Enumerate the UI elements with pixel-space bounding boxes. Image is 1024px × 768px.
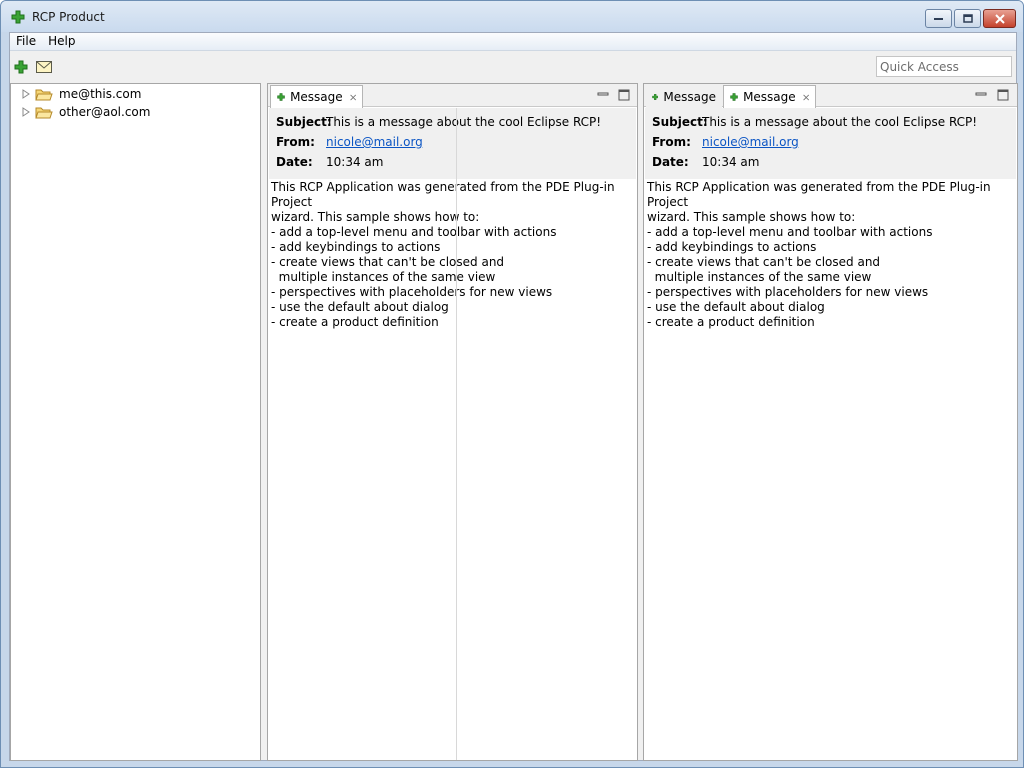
message-header: Subject: This is a message about the coo… (645, 108, 1016, 179)
maximize-view-icon[interactable] (618, 89, 630, 101)
quick-access-input[interactable] (876, 56, 1012, 77)
divider (456, 108, 457, 760)
tab-message[interactable]: Message (646, 85, 722, 108)
subject-row: Subject: This is a message about the coo… (276, 113, 601, 131)
subject-row: Subject: This is a message about the coo… (652, 113, 977, 131)
tree-item-label: other@aol.com (59, 105, 151, 119)
close-icon[interactable] (349, 92, 356, 103)
tree-item-label: me@this.com (59, 87, 142, 101)
restore-icon (962, 14, 973, 23)
menu-help[interactable]: Help (42, 33, 81, 51)
tab-label: Message (663, 89, 716, 104)
left-view-stack: Message Subject: This is a message about… (267, 83, 638, 761)
folder-icon (35, 89, 53, 101)
date-label: Date: (276, 155, 313, 169)
message-body[interactable]: This RCP Application was generated from … (269, 180, 636, 330)
plus-icon (11, 10, 25, 24)
tree-item[interactable]: me@this.com (21, 85, 141, 103)
from-row: From: nicole@mail.org (276, 133, 423, 151)
subject-value: This is a message about the cool Eclipse… (326, 115, 602, 129)
plus-icon (652, 93, 659, 100)
minimize-icon (933, 17, 943, 20)
from-row: From: nicole@mail.org (652, 133, 799, 151)
maximize-view-icon[interactable] (997, 89, 1009, 101)
expand-triangle-icon[interactable] (21, 89, 31, 99)
maximize-button[interactable] (954, 9, 981, 28)
tab-label: Message (290, 90, 343, 104)
message-body[interactable]: This RCP Application was generated from … (645, 180, 1016, 330)
new-view-button[interactable] (13, 59, 29, 75)
date-row: Date: 10:34 am (276, 153, 383, 171)
subject-label: Subject: (276, 115, 332, 129)
tab-message[interactable]: Message (270, 85, 363, 108)
from-link[interactable]: nicole@mail.org (702, 135, 799, 149)
right-view-stack: Message Message Subject: This is a messa… (643, 83, 1018, 761)
open-message-button[interactable] (36, 59, 52, 75)
tree-item[interactable]: other@aol.com (21, 103, 150, 121)
minimize-view-icon[interactable] (597, 89, 609, 101)
tab-bar: Message Message (644, 84, 1017, 108)
tab-label: Message (743, 90, 796, 104)
tab-message-active[interactable]: Message (723, 85, 816, 108)
window-title: RCP Product (32, 10, 105, 24)
application-window: RCP Product File Help Quick Access me@th… (0, 0, 1024, 768)
from-label: From: (276, 135, 315, 149)
folder-icon (35, 107, 53, 119)
from-link[interactable]: nicole@mail.org (326, 135, 423, 149)
minimize-button[interactable] (925, 9, 952, 28)
date-value: 10:34 am (702, 155, 760, 169)
plus-icon (14, 60, 28, 74)
main-toolbar (10, 52, 1016, 81)
expand-triangle-icon[interactable] (21, 107, 31, 117)
message-header: Subject: This is a message about the coo… (269, 108, 636, 179)
date-row: Date: 10:34 am (652, 153, 759, 171)
from-label: From: (652, 135, 691, 149)
workbench: File Help me@this.com other@aol.com (9, 32, 1018, 761)
title-bar[interactable]: RCP Product (1, 1, 1023, 32)
close-button[interactable] (983, 9, 1016, 28)
subject-label: Subject: (652, 115, 708, 129)
close-icon (994, 13, 1005, 24)
date-value: 10:34 am (326, 155, 384, 169)
menu-bar: File Help (10, 33, 1016, 51)
close-icon[interactable] (802, 92, 809, 103)
navigation-view: me@this.com other@aol.com (10, 83, 261, 761)
plus-icon (730, 93, 738, 101)
minimize-view-icon[interactable] (975, 89, 987, 101)
subject-value: This is a message about the cool Eclipse… (702, 115, 978, 129)
menu-file[interactable]: File (10, 33, 42, 51)
envelope-icon (36, 61, 52, 73)
tab-bar: Message (268, 84, 637, 108)
date-label: Date: (652, 155, 689, 169)
window-controls (923, 9, 1016, 28)
plus-icon (277, 93, 285, 101)
